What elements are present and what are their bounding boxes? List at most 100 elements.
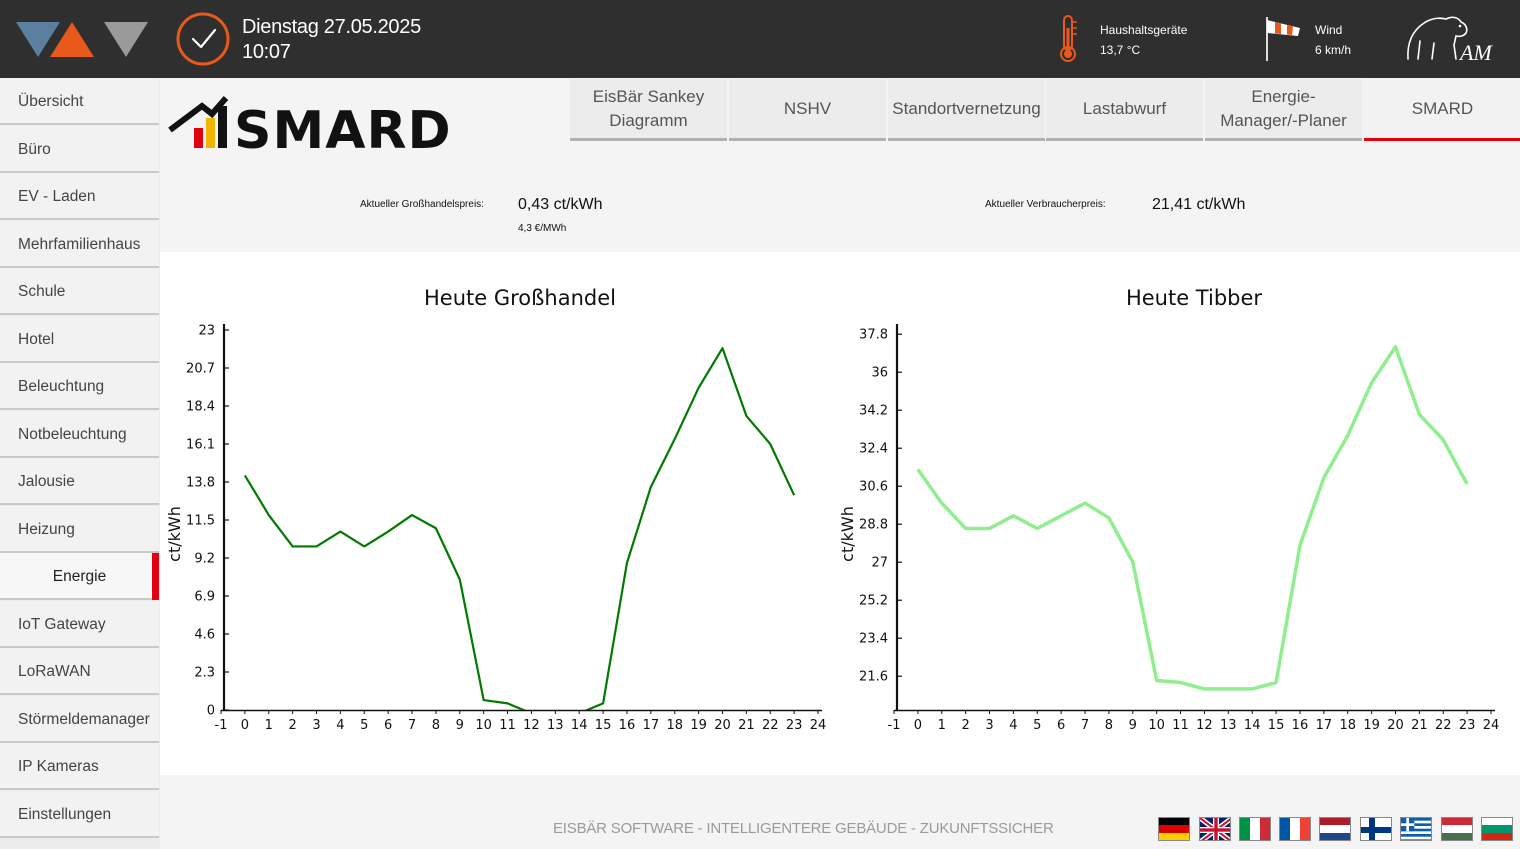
- sidebar-item-schule[interactable]: Schule: [0, 268, 159, 315]
- x-tick-label: 5: [1033, 718, 1041, 733]
- tab-energie-manager-planer[interactable]: Energie-Manager/-Planer: [1205, 79, 1362, 141]
- x-tick-label: 3: [312, 718, 320, 733]
- data-series-line: [243, 347, 796, 710]
- x-tick-label: 3: [985, 718, 993, 733]
- flag-fi-icon[interactable]: [1360, 817, 1392, 841]
- current-date: Dienstag 27.05.2025: [242, 16, 421, 38]
- tab-standortvernetzung[interactable]: Standortvernetzung: [888, 79, 1045, 141]
- sidebar-item-hotel[interactable]: Hotel: [0, 315, 159, 363]
- flag-nl-icon[interactable]: [1319, 817, 1351, 841]
- sidebar-item-büro[interactable]: Büro: [0, 125, 159, 173]
- sidebar-item-einstellungen[interactable]: Einstellungen: [0, 790, 159, 838]
- sidebar-item-jalousie[interactable]: Jalousie: [0, 458, 159, 505]
- y-tick-label: 6.9: [194, 590, 215, 605]
- x-tick-label: 16: [619, 718, 636, 733]
- flag-hu-icon[interactable]: [1441, 817, 1473, 841]
- x-tick-label: 12: [1196, 718, 1213, 733]
- x-tick-label: 24: [1483, 718, 1500, 733]
- x-tick-label: 11: [499, 718, 516, 733]
- sidebar-item-iot-gateway[interactable]: IoT Gateway: [0, 600, 159, 648]
- flag-it-icon[interactable]: [1239, 817, 1271, 841]
- y-tick-label: 13.8: [186, 476, 215, 491]
- x-tick-label: 7: [408, 718, 416, 733]
- x-tick-label: 18: [1339, 718, 1356, 733]
- bear-logo-icon: AM: [1407, 16, 1493, 65]
- wholesale-price-value: 0,43 ct/kWh: [518, 196, 603, 213]
- footer-slogan: EISBÄR SOFTWARE - INTELLIGENTERE GEBÄUDE…: [553, 820, 1054, 837]
- y-tick-label: 23.4: [859, 632, 888, 647]
- x-tick-label: 22: [1435, 718, 1452, 733]
- y-tick-label: 32.4: [859, 442, 888, 457]
- x-tick-label: 13: [547, 718, 564, 733]
- y-tick-label: 27: [871, 556, 888, 571]
- x-tick-label: 9: [1129, 718, 1137, 733]
- flag-gr-icon[interactable]: [1400, 817, 1432, 841]
- y-tick-label: 4.6: [194, 628, 215, 643]
- y-tick-label: 30.6: [859, 480, 888, 495]
- x-tick-label: 14: [571, 718, 588, 733]
- flag-gb-icon[interactable]: [1199, 817, 1231, 841]
- tab-smard[interactable]: SMARD: [1364, 79, 1520, 141]
- x-tick-label: 0: [914, 718, 922, 733]
- x-tick-label: 6: [384, 718, 392, 733]
- sidebar-item-beleuchtung[interactable]: Beleuchtung: [0, 363, 159, 410]
- x-tick-label: 10: [475, 718, 492, 733]
- sidebar-item-energie[interactable]: Energie: [0, 553, 159, 600]
- x-tick-label: 9: [456, 718, 464, 733]
- flag-fr-icon[interactable]: [1279, 817, 1311, 841]
- wholesale-price-label: Aktueller Großhandelspreis:: [360, 199, 484, 210]
- brand-initials: AM: [1458, 40, 1493, 65]
- x-tick-label: 19: [690, 718, 707, 733]
- x-tick-label: 19: [1363, 718, 1380, 733]
- y-tick-label: 28.8: [859, 518, 888, 533]
- date-time: Dienstag 27.05.2025 10:07: [242, 15, 421, 65]
- x-tick-label: 12: [523, 718, 540, 733]
- x-tick-label: 2: [288, 718, 296, 733]
- current-time: 10:07: [242, 41, 291, 63]
- sidebar-item-notbeleuchtung[interactable]: Notbeleuchtung: [0, 410, 159, 458]
- x-tick-label: 21: [1411, 718, 1428, 733]
- x-tick-label: 4: [336, 718, 344, 733]
- sidebar-item-ip-kameras[interactable]: IP Kameras: [0, 743, 159, 790]
- wind-readout: Wind 6 km/h: [1315, 20, 1351, 60]
- chart-title: Heute Großhandel: [424, 286, 616, 310]
- flag-bg-icon[interactable]: [1481, 817, 1513, 841]
- x-tick-label: 1: [265, 718, 273, 733]
- sidebar-item-lorawan[interactable]: LoRaWAN: [0, 648, 159, 695]
- smard-logo: SMARD: [168, 96, 448, 154]
- x-tick-label: 23: [786, 718, 803, 733]
- x-tick-label: 8: [432, 718, 440, 733]
- y-tick-label: 21.6: [859, 670, 888, 685]
- wind-value: 6 km/h: [1315, 43, 1352, 57]
- x-tick-label: 17: [643, 718, 660, 733]
- consumer-price-label: Aktueller Verbraucherpreis:: [985, 199, 1106, 210]
- sidebar-item-mehrfamilienhaus[interactable]: Mehrfamilienhaus: [0, 220, 159, 268]
- x-tick-label: 4: [1009, 718, 1017, 733]
- x-tick-label: 6: [1057, 718, 1065, 733]
- sidebar-item-ev-laden[interactable]: EV - Laden: [0, 173, 159, 220]
- y-tick-label: 25.2: [859, 594, 888, 609]
- y-axis-label: ct/kWh: [165, 506, 184, 562]
- wind-label: Wind: [1315, 23, 1343, 37]
- x-tick-label: 2: [961, 718, 969, 733]
- sidebar-item-übersicht[interactable]: Übersicht: [0, 78, 159, 125]
- x-tick-label: 14: [1244, 718, 1261, 733]
- tab-eisbär-sankey-diagramm[interactable]: EisBär Sankey Diagramm: [570, 79, 727, 141]
- company-logo[interactable]: [14, 19, 150, 59]
- y-tick-label: 34.2: [859, 404, 888, 419]
- y-tick-label: 2.3: [194, 666, 215, 681]
- y-tick-label: 18.4: [186, 400, 215, 415]
- x-tick-label: 1: [938, 718, 946, 733]
- sidebar-item-störmeldemanager[interactable]: Störmeldemanager: [0, 695, 159, 743]
- sidebar-item-heizung[interactable]: Heizung: [0, 505, 159, 553]
- x-tick-label: 7: [1081, 718, 1089, 733]
- y-tick-label: 16.1: [186, 438, 215, 453]
- x-tick-label: 18: [666, 718, 683, 733]
- x-tick-label: 8: [1105, 718, 1113, 733]
- smard-logo-text: SMARD: [234, 101, 448, 154]
- tab-lastabwurf[interactable]: Lastabwurf: [1046, 79, 1203, 141]
- y-tick-label: 23: [198, 324, 215, 339]
- tab-nshv[interactable]: NSHV: [729, 79, 886, 141]
- chart-tibber: Heute Tibberct/kWh-1 0 1 2 3 4 5 6 7 8 9 10 11 12 13 14…: [840, 286, 1500, 733]
- flag-de-icon[interactable]: [1158, 817, 1190, 841]
